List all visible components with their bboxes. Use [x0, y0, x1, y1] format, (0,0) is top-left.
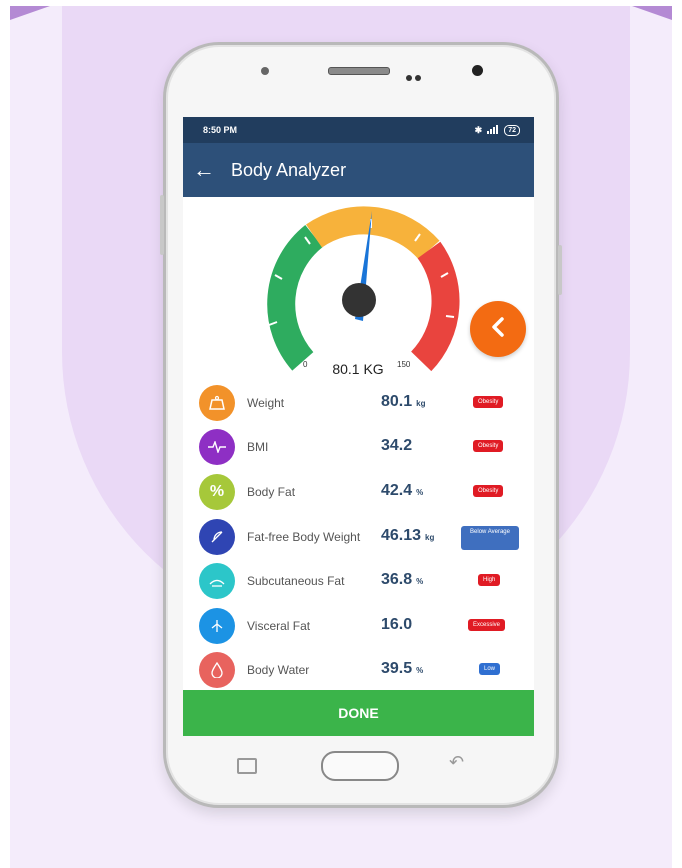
metric-label: Visceral Fat	[247, 619, 311, 633]
status-badge: Obesity	[473, 396, 504, 408]
list-item[interactable]: Body Water 39.5% Low	[183, 650, 534, 690]
battery-icon: 72	[504, 124, 520, 136]
list-item[interactable]: Fat-free Body Weight 46.13 kg Below Avera…	[183, 517, 534, 557]
gauge-hub	[342, 283, 376, 317]
volume-button	[160, 195, 164, 255]
corner-decoration-left	[10, 6, 50, 20]
front-camera-icon	[472, 65, 483, 76]
gauge-green-arc	[267, 225, 324, 371]
metric-value: 16.0	[381, 616, 413, 633]
heartbeat-icon	[199, 429, 235, 465]
sensor-dots	[406, 68, 430, 81]
home-button[interactable]	[321, 751, 399, 781]
metric-value: 80.1 kg	[381, 393, 426, 410]
feather-icon	[199, 519, 235, 555]
metric-value: 46.13 kg	[381, 527, 435, 544]
list-item[interactable]: Weight 80.1 kg Obesity	[183, 383, 534, 423]
phone-nav-bar: ↶	[163, 738, 559, 788]
gauge-red-arc	[410, 241, 460, 372]
organ-icon	[199, 608, 235, 644]
done-button[interactable]: DONE	[183, 690, 534, 736]
metric-value: 42.4%	[381, 482, 424, 499]
weight-scale-icon	[199, 385, 235, 421]
metric-value: 34.2	[381, 437, 413, 454]
metric-label: Body Fat	[247, 485, 296, 499]
metric-label: Fat-free Body Weight	[247, 530, 361, 544]
list-item[interactable]: Visceral Fat 16.0 Excessive	[183, 606, 534, 646]
status-badge: Obesity	[473, 440, 504, 452]
gauge-max-label: 150	[397, 360, 411, 369]
status-badge: Low	[479, 663, 501, 675]
signal-icon	[487, 124, 499, 136]
metric-value: 39.5%	[381, 660, 424, 677]
list-item[interactable]: BMI 34.2 Obesity	[183, 427, 534, 467]
status-badge: Obesity	[473, 485, 504, 497]
back-icon[interactable]: ↶	[449, 752, 464, 773]
water-drop-icon	[199, 652, 235, 688]
status-time: 8:50 PM	[203, 125, 238, 135]
list-item[interactable]: Subcutaneous Fat 36.8% High	[183, 561, 534, 601]
sensor-icon	[261, 67, 269, 75]
metric-label: BMI	[247, 440, 269, 454]
collapse-button[interactable]	[470, 301, 526, 357]
metric-label: Weight	[247, 396, 285, 410]
status-badge: High	[478, 574, 501, 586]
status-badge: Below Average	[461, 526, 519, 550]
status-icons: ✱ 72	[474, 124, 520, 136]
chevron-left-icon	[489, 316, 507, 343]
metric-value: 36.8%	[381, 571, 424, 588]
status-badge: Excessive	[468, 619, 506, 631]
recent-apps-icon[interactable]	[237, 758, 257, 774]
app-screen: 8:50 PM ✱ 72 ← Body Analyzer 0 150 80.1 …	[183, 117, 534, 736]
weight-gauge: 0 150 80.1 KG	[183, 197, 534, 382]
speaker-grille	[328, 67, 390, 75]
percent-icon: %	[199, 474, 235, 510]
power-button	[558, 245, 562, 295]
metric-label: Body Water	[247, 663, 310, 677]
corner-decoration-right	[632, 6, 672, 20]
page-title: Body Analyzer	[231, 159, 347, 180]
layers-icon	[199, 563, 235, 599]
arrow-left-icon[interactable]: ←	[193, 159, 215, 181]
gauge-min-label: 0	[303, 360, 308, 369]
app-bar: ← Body Analyzer	[183, 143, 534, 197]
metric-label: Subcutaneous Fat	[247, 574, 345, 588]
status-bar: 8:50 PM ✱ 72	[183, 117, 534, 143]
bluetooth-icon: ✱	[474, 124, 483, 135]
list-item[interactable]: % Body Fat 42.4% Obesity	[183, 472, 534, 512]
gauge-reading: 80.1 KG	[332, 361, 383, 377]
